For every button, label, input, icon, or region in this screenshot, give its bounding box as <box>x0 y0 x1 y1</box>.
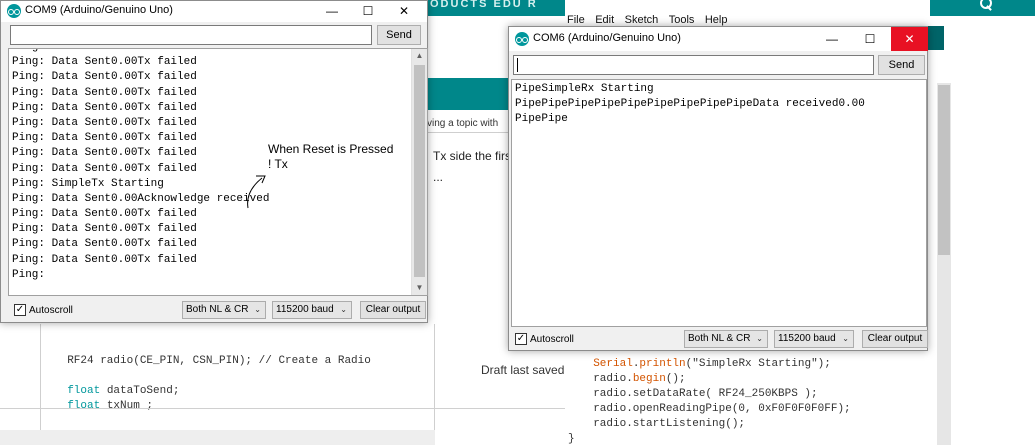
forum-hint-text: ving a topic with <box>427 118 499 129</box>
arduino-logo-icon <box>7 4 21 18</box>
chevron-down-icon: ⌄ <box>756 334 763 343</box>
output-line: Ping: SimpleTx Starting <box>12 177 164 190</box>
window-title: COM9 (Arduino/Genuino Uno) <box>25 4 173 16</box>
output-line: Ping: Data Sent0.00Tx failed <box>12 101 197 114</box>
forum-panel <box>427 16 510 78</box>
titlebar[interactable]: COM9 (Arduino/Genuino Uno) — ☐ ✕ <box>1 1 427 22</box>
line-ending-value: Both NL & CR <box>688 333 751 344</box>
baud-value: 115200 baud <box>778 333 836 344</box>
output-line: Ping: <box>12 268 46 281</box>
output-line: PipePipePipePipePipePipePipePipePipeData… <box>515 98 865 111</box>
output-line: Ping: Data Sent0.00Tx failed <box>12 86 197 99</box>
minimize-button[interactable]: — <box>815 27 849 51</box>
send-button[interactable]: Send <box>377 25 421 45</box>
autoscroll-checkbox[interactable]: ✓ <box>14 304 26 316</box>
clear-output-button[interactable]: Clear output <box>360 301 426 319</box>
arduino-logo-icon <box>515 32 529 46</box>
serial-monitor-com6: COM6 (Arduino/Genuino Uno) — ☐ ✕ Send Pi… <box>508 26 928 351</box>
forum-post-ellipsis: ... <box>433 170 444 184</box>
ide-menubar: File Edit Sketch Tools Help <box>565 0 930 26</box>
output-line: Ping: Data Sent0.00Tx failed <box>9 49 269 55</box>
clear-output-button[interactable]: Clear output <box>862 330 928 348</box>
baud-select[interactable]: 115200 baud ⌄ <box>774 330 854 348</box>
menu-edit[interactable]: Edit <box>595 14 614 26</box>
line-ending-value: Both NL & CR <box>186 304 249 315</box>
output-line: Ping: Data Sent0.00Tx failed <box>12 56 197 69</box>
annotation-note: When Reset is Pressed ! Tx <box>268 142 394 171</box>
output-line: Ping: Data Sent0.00Tx failed <box>12 238 197 251</box>
output-line: Ping: Data Sent0.00Tx failed <box>12 71 197 84</box>
output-line: Ping: Data Sent0.00Tx failed <box>12 162 197 175</box>
forum-post-text: Tx side the firs <box>433 149 510 163</box>
bottom-panel <box>0 430 435 445</box>
ide-toolbar <box>926 26 944 50</box>
maximize-button[interactable]: ☐ <box>351 1 385 22</box>
draft-status: Draft last saved <box>481 363 565 377</box>
output-line: PipeSimpleRx Starting <box>515 83 654 95</box>
output-line: Ping: Data Sent0.00Tx failed <box>12 147 197 160</box>
scroll-down-icon[interactable]: ▼ <box>412 281 427 295</box>
chevron-down-icon: ⌄ <box>842 334 849 343</box>
close-button[interactable]: ✕ <box>891 27 928 51</box>
autoscroll-label: Autoscroll <box>530 334 574 345</box>
scroll-up-icon[interactable]: ▲ <box>412 49 427 63</box>
annotation-arrow-icon <box>247 175 266 209</box>
ide-code-line: radio.begin(); <box>580 373 686 385</box>
menu-sketch[interactable]: Sketch <box>625 14 659 26</box>
menu-tools[interactable]: Tools <box>669 14 695 26</box>
ide-scrollbar-thumb[interactable] <box>938 85 950 255</box>
output-line: Ping: Data Sent0.00Tx failed <box>12 132 197 145</box>
maximize-button[interactable]: ☐ <box>853 27 887 51</box>
close-button[interactable]: ✕ <box>387 1 421 22</box>
vertical-scrollbar[interactable]: ▲ ▼ <box>411 49 427 295</box>
output-line: Ping: Data Sent0.00Tx failed <box>12 223 197 236</box>
serial-output: Ping: Data Sent0.00Tx failed Ping: Data S… <box>8 48 428 296</box>
output-lines: PipeSimpleRx Starting PipePipePipePipePip… <box>512 82 865 128</box>
menu-help[interactable]: Help <box>705 14 728 26</box>
code-line: RF24 radio(CE_PIN, CSN_PIN); // Create a… <box>67 355 371 367</box>
baud-select[interactable]: 115200 baud ⌄ <box>272 301 352 319</box>
output-line: PipePipe <box>515 113 568 126</box>
chevron-down-icon: ⌄ <box>254 305 261 314</box>
ide-code-line: radio.setDataRate( RF24_250KBPS ); <box>580 388 818 400</box>
output-line: Ping: Data Sent0.00Tx failed <box>12 253 197 266</box>
baud-value: 115200 baud <box>276 304 334 315</box>
minimize-button[interactable]: — <box>315 1 349 22</box>
chevron-down-icon: ⌄ <box>340 305 347 314</box>
website-nav-text[interactable]: ODUCTS EDU R <box>430 0 538 12</box>
text-cursor <box>517 58 518 72</box>
autoscroll-label: Autoscroll <box>29 305 73 316</box>
send-input[interactable] <box>513 55 874 75</box>
window-title: COM6 (Arduino/Genuino Uno) <box>533 32 681 44</box>
menu-file[interactable]: File <box>567 14 585 26</box>
output-line: Ping: Data Sent0.00Tx failed <box>12 208 197 221</box>
send-button[interactable]: Send <box>878 55 925 75</box>
send-input[interactable] <box>10 25 372 45</box>
output-lines: Ping: Data Sent0.00Tx failed Ping: Data S… <box>9 49 270 283</box>
ide-code-line: Serial.println("SimpleRx Starting"); <box>593 358 831 370</box>
scrollbar-thumb[interactable] <box>414 65 425 277</box>
output-line: Ping: Data Sent0.00Acknowledge received <box>12 192 270 205</box>
divider <box>427 132 510 133</box>
forum-banner <box>427 78 510 110</box>
titlebar[interactable]: COM6 (Arduino/Genuino Uno) — ☐ ✕ <box>509 27 928 51</box>
ide-code-line: } <box>568 433 575 445</box>
line-ending-select[interactable]: Both NL & CR ⌄ <box>182 301 266 319</box>
ide-code-line: radio.openReadingPipe(0, 0xF0F0F0F0FF); <box>580 403 851 415</box>
search-icon[interactable] <box>978 0 992 10</box>
autoscroll-checkbox[interactable]: ✓ <box>515 333 527 345</box>
serial-output: PipeSimpleRx Starting PipePipePipePipePip… <box>511 79 927 327</box>
output-line: Ping: Data Sent0.00Tx failed <box>12 116 197 129</box>
line-ending-select[interactable]: Both NL & CR ⌄ <box>684 330 768 348</box>
ide-code-line: radio.startListening(); <box>580 418 746 430</box>
divider <box>0 408 565 409</box>
